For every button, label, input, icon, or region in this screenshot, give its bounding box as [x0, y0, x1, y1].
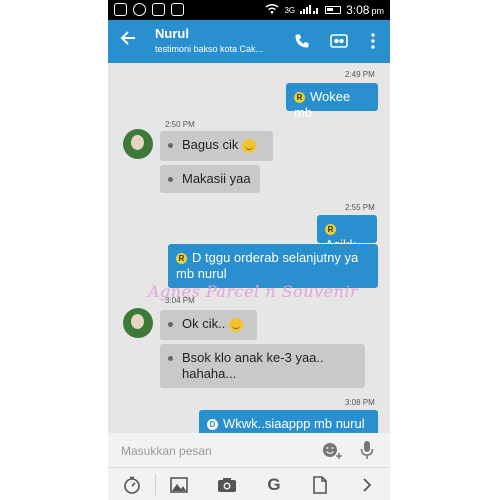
delivered-receipt-icon: D — [207, 419, 218, 431]
video-call-icon[interactable] — [328, 30, 350, 52]
google-icon[interactable]: G — [263, 474, 285, 496]
battery-icon — [325, 6, 342, 14]
network-type: 3G — [284, 5, 296, 15]
clock: 3:08 pm — [346, 3, 384, 17]
chat-header: Nurul testimoni bakso kota Cak... — [108, 20, 390, 63]
back-arrow-icon[interactable] — [120, 30, 136, 50]
phone-screen: 3G 3:08 pm Nurul testimoni bakso kota Cak… — [108, 0, 390, 500]
incoming-message[interactable]: Ok cik.. — [160, 310, 257, 340]
smile-emoji-icon — [229, 317, 244, 332]
message-list[interactable]: 2:49 PM R Wokee mb 2:50 PM Bagus cik Maka… — [108, 63, 390, 436]
message-bullet — [168, 322, 173, 328]
read-receipt-icon: R — [325, 224, 336, 236]
notification-icon — [114, 3, 127, 16]
message-timestamp: 2:55 PM — [345, 203, 375, 212]
attachment-toolbar: G — [108, 467, 390, 500]
more-options-icon[interactable] — [362, 30, 384, 52]
message-timestamp: 2:49 PM — [345, 70, 375, 79]
message-input[interactable]: Masukkan pesan — [121, 444, 212, 458]
message-bullet — [168, 143, 173, 149]
outgoing-message[interactable]: RAsikk — [317, 215, 377, 252]
read-receipt-icon: R — [176, 253, 187, 265]
microphone-icon[interactable] — [356, 439, 378, 461]
read-receipt-icon: R — [294, 92, 305, 104]
message-bullet — [168, 356, 173, 362]
toolbar-divider — [155, 474, 156, 495]
incoming-message[interactable]: Bsok klo anak ke-3 yaa.. hahaha... — [160, 344, 365, 388]
phone-call-icon[interactable] — [291, 30, 313, 52]
contact-avatar[interactable] — [123, 129, 153, 159]
incoming-message[interactable]: Makasii yaa — [160, 165, 260, 193]
document-icon[interactable] — [309, 474, 331, 496]
message-composer: Masukkan pesan — [108, 433, 390, 467]
bbm-icon — [171, 3, 184, 16]
smile-emoji-icon — [242, 138, 257, 153]
wifi-icon — [265, 3, 279, 17]
camera-icon[interactable] — [216, 474, 238, 496]
incoming-message[interactable]: Bagus cik — [160, 131, 273, 161]
contact-name[interactable]: Nurul — [155, 26, 189, 41]
signal-icon — [300, 4, 320, 17]
contact-avatar[interactable] — [123, 308, 153, 338]
message-bullet — [168, 177, 173, 183]
image-notification-icon — [152, 3, 165, 16]
message-timestamp: 3:08 PM — [345, 398, 375, 407]
message-timestamp: 2:50 PM — [165, 120, 195, 129]
watermark: Agnes Parcel n Souvenir — [148, 282, 359, 301]
contact-status: testimoni bakso kota Cak... — [155, 44, 264, 54]
chevron-right-icon[interactable] — [356, 474, 378, 496]
timer-icon[interactable] — [121, 474, 143, 496]
gallery-icon[interactable] — [168, 474, 190, 496]
outgoing-message[interactable]: R Wokee mb — [286, 83, 378, 120]
status-bar: 3G 3:08 pm — [108, 0, 390, 20]
emoji-add-icon[interactable] — [321, 439, 343, 461]
whatsapp-icon — [133, 3, 146, 16]
